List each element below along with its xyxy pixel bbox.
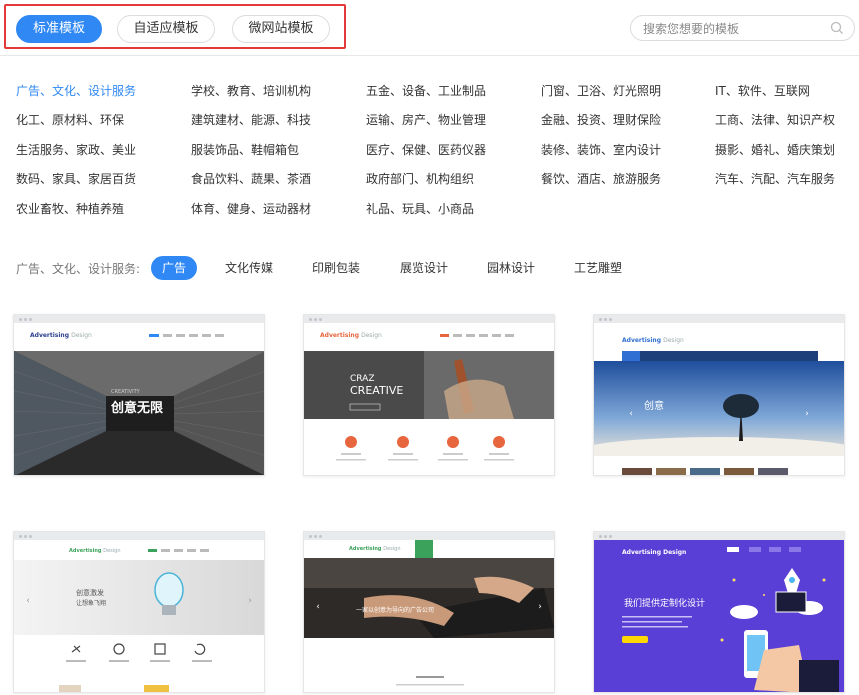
template-card[interactable]: Advertising Design ‹ › 一家以创意为导向的广告公司 bbox=[303, 531, 555, 693]
category-item[interactable]: 五金、设备、工业制品 bbox=[366, 82, 486, 99]
template-preview: Advertising Design ‹ › 创意激发 让想象飞翔 bbox=[14, 540, 264, 692]
subcategory-label: 广告、文化、设计服务: bbox=[16, 262, 141, 276]
browser-chrome bbox=[594, 532, 844, 540]
category-item[interactable]: 政府部门、机构组织 bbox=[366, 170, 474, 187]
tab-responsive-template[interactable]: 自适应模板 bbox=[117, 15, 215, 43]
category-item[interactable]: 工商、法律、知识产权 bbox=[715, 111, 835, 128]
preview-headline: CREATIVE bbox=[350, 384, 404, 397]
category-item[interactable]: IT、软件、互联网 bbox=[715, 82, 810, 99]
preview-headline: 创意激发 bbox=[76, 589, 104, 597]
template-card[interactable]: Advertising Design CREATIVITY 创意无限 bbox=[13, 314, 265, 476]
category-item[interactable]: 建筑建材、能源、科技 bbox=[191, 111, 311, 128]
preview-banner-image bbox=[304, 351, 554, 475]
category-item[interactable]: 装修、装饰、室内设计 bbox=[541, 141, 661, 158]
category-item[interactable]: 广告、文化、设计服务 bbox=[16, 82, 136, 99]
subcategory-landscape-design[interactable]: 园林设计 bbox=[476, 256, 546, 280]
template-preview: Advertising Design 我们提供定制化设计 bbox=[594, 540, 844, 692]
category-item[interactable]: 学校、教育、培训机构 bbox=[191, 82, 311, 99]
preview-banner-image bbox=[304, 558, 554, 692]
category-item[interactable]: 医疗、保健、医药仪器 bbox=[366, 141, 486, 158]
preview-nav: Advertising Design bbox=[304, 323, 554, 351]
template-preview: Advertising Design ‹ › 创意 bbox=[594, 323, 844, 475]
preview-headline: 我们提供定制化设计 bbox=[624, 599, 706, 609]
category-item[interactable]: 门窗、卫浴、灯光照明 bbox=[541, 82, 661, 99]
template-preview: Advertising Design ‹ › 一家以创意为导向的广告公司 bbox=[304, 540, 554, 692]
template-card[interactable]: Advertising Design ‹ › 创意 bbox=[593, 314, 845, 476]
preview-next-arrow-icon: › bbox=[538, 602, 542, 612]
template-preview: Advertising Design CREATIVITY 创意无限 bbox=[14, 323, 264, 475]
preview-banner-image bbox=[14, 560, 264, 692]
subcategory-filter: 广告、文化、设计服务: 广告 文化传媒 印刷包装 展览设计 园林设计 工艺雕塑 bbox=[16, 256, 846, 280]
preview-headline: 一家以创意为导向的广告公司 bbox=[356, 607, 435, 614]
category-item[interactable]: 礼品、玩具、小商品 bbox=[366, 200, 474, 217]
category-item[interactable]: 服装饰品、鞋帽箱包 bbox=[191, 141, 299, 158]
preview-logo: Advertising Design bbox=[69, 548, 121, 554]
tab-micro-site-template[interactable]: 微网站模板 bbox=[232, 15, 330, 43]
preview-next-arrow-icon: › bbox=[248, 596, 252, 606]
category-item[interactable]: 金融、投资、理财保险 bbox=[541, 111, 661, 128]
preview-headline: 创意 bbox=[644, 401, 664, 412]
subcategory-advertising[interactable]: 广告 bbox=[151, 256, 198, 280]
subcategory-craft-sculpture[interactable]: 工艺雕塑 bbox=[563, 256, 633, 280]
browser-chrome bbox=[14, 315, 264, 323]
preview-nav: Advertising Design bbox=[594, 323, 844, 351]
category-item[interactable]: 数码、家具、家居百货 bbox=[16, 170, 136, 187]
preview-logo: Advertising Design bbox=[320, 332, 382, 339]
browser-chrome bbox=[14, 532, 264, 540]
preview-nav: Advertising Design bbox=[14, 323, 264, 351]
browser-chrome bbox=[304, 532, 554, 540]
search-icon[interactable] bbox=[830, 21, 844, 35]
category-item[interactable]: 生活服务、家政、美业 bbox=[16, 141, 136, 158]
template-card[interactable]: Advertising Design CRAZ CREATIVE bbox=[303, 314, 555, 476]
template-type-tabs: 标准模板 自适应模板 微网站模板 bbox=[4, 4, 346, 49]
category-item[interactable]: 摄影、婚礼、婚庆策划 bbox=[715, 141, 835, 158]
search-box bbox=[630, 15, 855, 41]
template-preview: Advertising Design CRAZ CREATIVE bbox=[304, 323, 554, 475]
category-item[interactable]: 农业畜牧、种植养殖 bbox=[16, 200, 124, 217]
preview-logo: Advertising Design bbox=[30, 332, 92, 339]
category-item[interactable]: 汽车、汽配、汽车服务 bbox=[715, 170, 835, 187]
preview-prev-arrow-icon: ‹ bbox=[26, 596, 30, 606]
tab-standard-template[interactable]: 标准模板 bbox=[16, 15, 102, 43]
preview-subtitle: CRAZ bbox=[350, 374, 375, 384]
preview-prev-arrow-icon: ‹ bbox=[629, 409, 633, 419]
top-bar: 标准模板 自适应模板 微网站模板 bbox=[0, 0, 859, 56]
category-item[interactable]: 运输、房产、物业管理 bbox=[366, 111, 486, 128]
preview-next-arrow-icon: › bbox=[805, 409, 809, 419]
preview-subtitle: CREATIVITY bbox=[111, 389, 140, 395]
category-item[interactable]: 食品饮料、蔬果、茶酒 bbox=[191, 170, 311, 187]
preview-nav: Advertising Design bbox=[304, 540, 554, 558]
category-item[interactable]: 体育、健身、运动器材 bbox=[191, 200, 311, 217]
preview-headline: 创意无限 bbox=[111, 401, 164, 416]
subcategory-exhibition-design[interactable]: 展览设计 bbox=[389, 256, 459, 280]
preview-prev-arrow-icon: ‹ bbox=[316, 602, 320, 612]
browser-chrome bbox=[594, 315, 844, 323]
subcategory-culture-media[interactable]: 文化传媒 bbox=[214, 256, 284, 280]
template-card[interactable]: Advertising Design 我们提供定制化设计 bbox=[593, 531, 845, 693]
category-item[interactable]: 餐饮、酒店、旅游服务 bbox=[541, 170, 661, 187]
template-card[interactable]: Advertising Design ‹ › 创意激发 让想象飞翔 bbox=[13, 531, 265, 693]
search-input[interactable] bbox=[643, 19, 823, 38]
preview-subtitle: 让想象飞翔 bbox=[76, 600, 107, 607]
subcategory-printing-packaging[interactable]: 印刷包装 bbox=[301, 256, 371, 280]
category-item[interactable]: 化工、原材料、环保 bbox=[16, 111, 124, 128]
preview-logo: Advertising Design bbox=[622, 337, 684, 344]
preview-logo: Advertising Design bbox=[349, 546, 401, 552]
preview-banner-image bbox=[622, 547, 839, 692]
browser-chrome bbox=[304, 315, 554, 323]
